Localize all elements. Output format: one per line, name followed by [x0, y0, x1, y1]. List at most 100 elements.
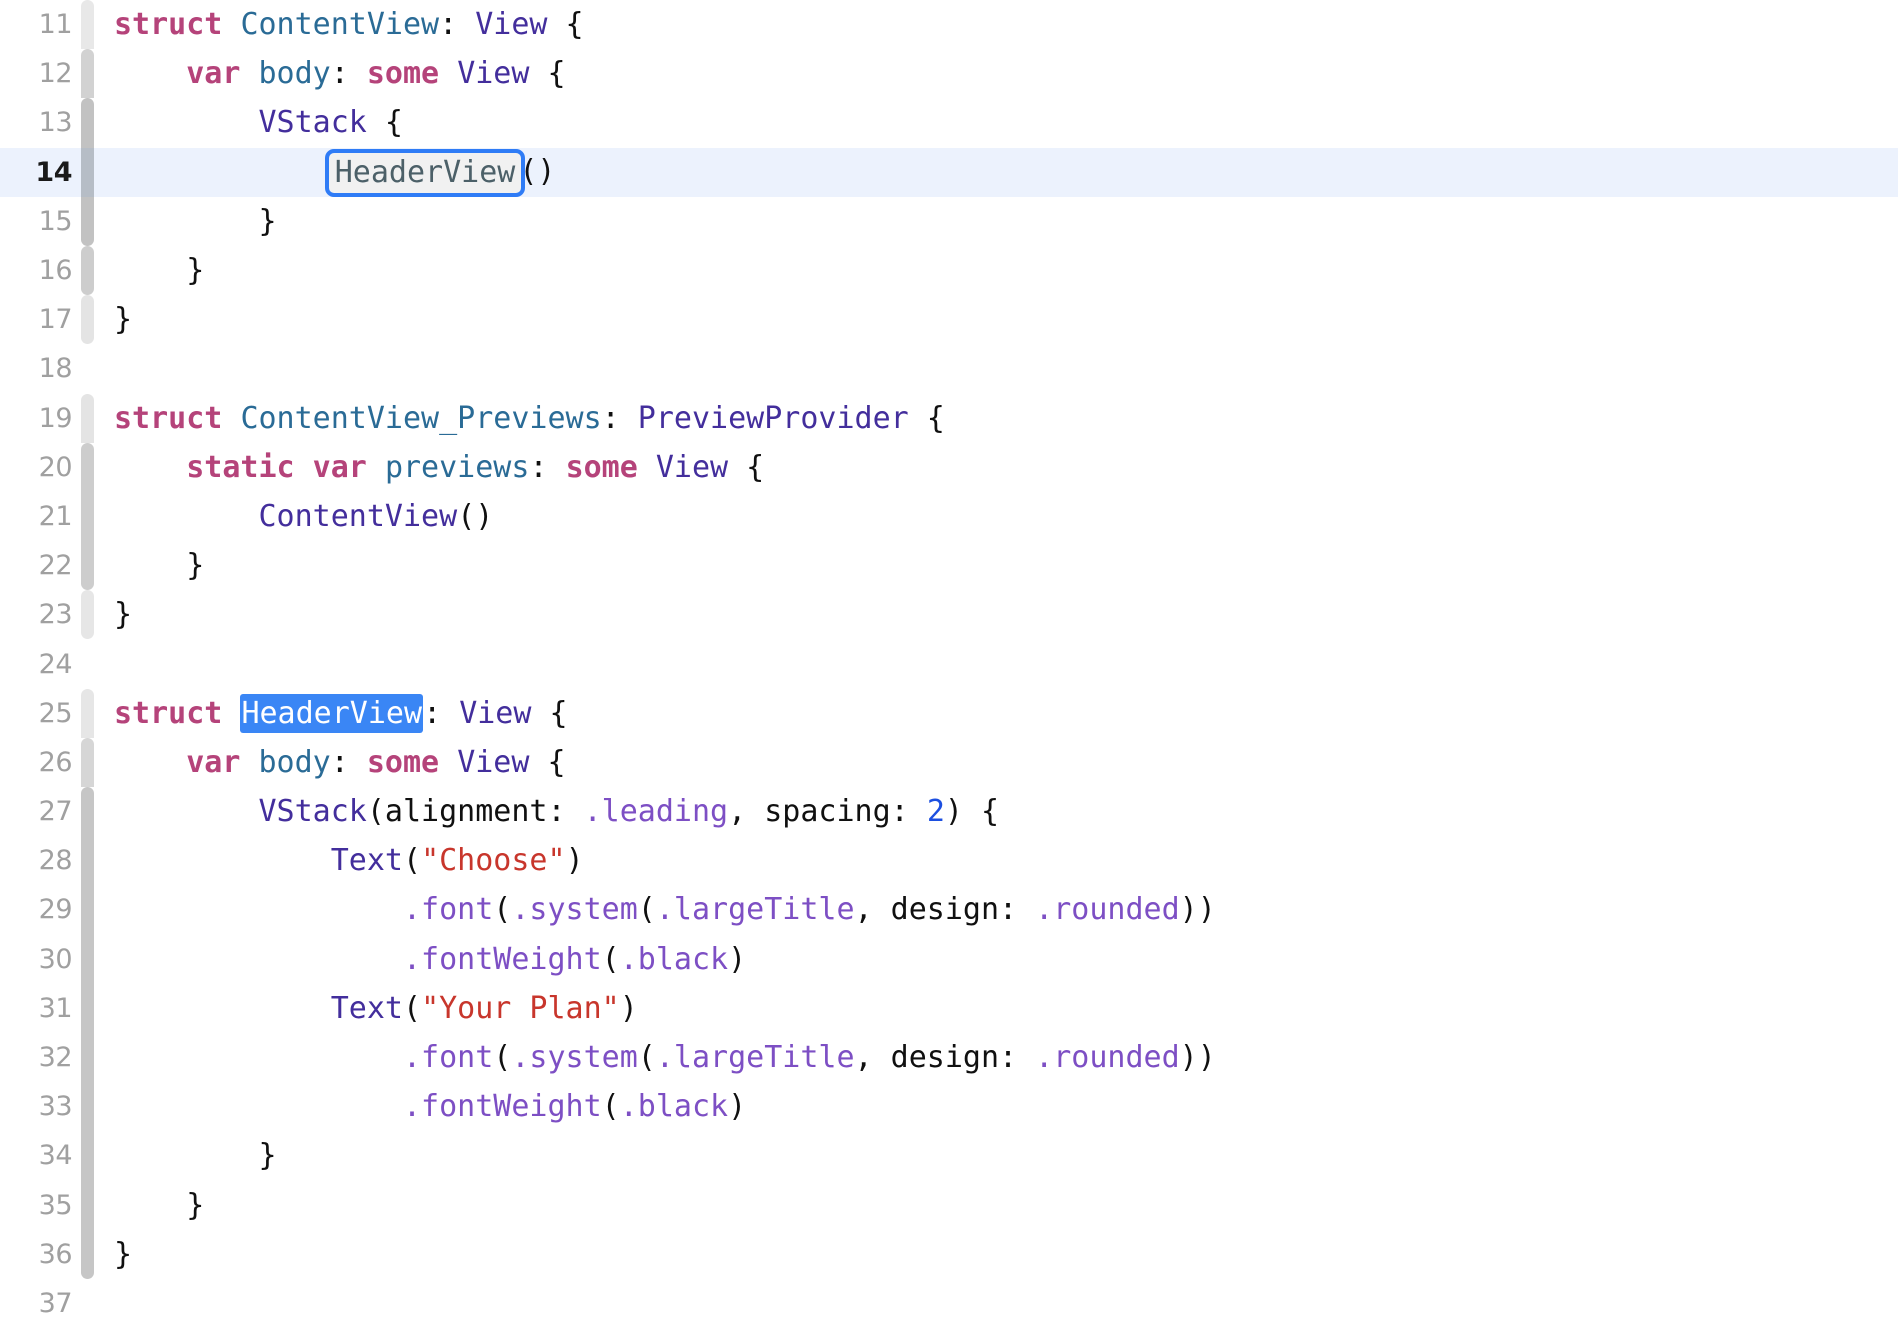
code-line[interactable]: 24 [0, 639, 1898, 688]
line-number[interactable]: 26 [0, 747, 73, 778]
code-line-text[interactable]: HeaderView() [102, 147, 1898, 197]
code-line-text[interactable]: var body: some View { [102, 49, 1898, 98]
code-line[interactable]: 13 VStack { [0, 98, 1898, 148]
gutter-change-bar-column [72, 1082, 102, 1132]
code-line[interactable]: 35 } [0, 1180, 1898, 1230]
line-number[interactable]: 35 [0, 1190, 73, 1221]
code-line[interactable]: 12 var body: some View { [0, 49, 1898, 99]
code-line-text[interactable]: } [102, 1131, 1898, 1180]
line-number[interactable]: 22 [0, 550, 73, 581]
change-bar-indicator [81, 393, 94, 443]
code-line[interactable]: 14 HeaderView() [0, 147, 1898, 197]
code-line-text[interactable]: struct ContentView_Previews: PreviewProv… [102, 394, 1898, 443]
code-line-text[interactable]: .fontWeight(.black) [102, 935, 1898, 984]
line-number[interactable]: 12 [0, 58, 73, 89]
code-token-proto: View [457, 56, 530, 92]
line-number[interactable]: 18 [0, 353, 73, 384]
code-line[interactable]: 20 static var previews: some View { [0, 442, 1898, 492]
code-line-text[interactable]: VStack(alignment: .leading, spacing: 2) … [102, 787, 1898, 836]
gutter-change-bar-column [72, 98, 102, 148]
code-token-member: .font [402, 1039, 494, 1075]
code-line-text[interactable]: ContentView() [102, 492, 1898, 541]
line-number[interactable]: 28 [0, 845, 73, 876]
line-number[interactable]: 33 [0, 1091, 73, 1122]
code-editor[interactable]: 11 struct ContentView: View {12 var body:… [0, 0, 1898, 1319]
code-line-text[interactable]: struct ContentView: View { [102, 0, 1898, 49]
line-number[interactable]: 20 [0, 452, 73, 483]
line-number[interactable]: 15 [0, 206, 73, 237]
code-line[interactable]: 22 } [0, 541, 1898, 591]
line-number[interactable]: 34 [0, 1140, 73, 1171]
change-bar-indicator [81, 1180, 94, 1230]
code-line-text[interactable]: } [102, 541, 1898, 590]
line-number[interactable]: 16 [0, 255, 73, 286]
code-line[interactable]: 32 .font(.system(.largeTitle, design: .r… [0, 1032, 1898, 1083]
code-line[interactable]: 19 struct ContentView_Previews: PreviewPr… [0, 393, 1898, 443]
code-line-text[interactable]: static var previews: some View { [102, 443, 1898, 492]
code-line-text[interactable]: .font(.system(.largeTitle, design: .roun… [102, 1033, 1898, 1082]
line-number[interactable]: 30 [0, 944, 73, 975]
code-line[interactable]: 21 ContentView() [0, 491, 1898, 542]
change-bar-indicator [81, 787, 94, 837]
code-line[interactable]: 15 } [0, 196, 1898, 246]
code-token-plain: (alignment: [366, 794, 584, 829]
line-number[interactable]: 13 [0, 107, 73, 138]
code-line-text[interactable]: } [102, 590, 1898, 639]
code-line-text[interactable]: } [102, 197, 1898, 246]
code-token-plain: { [908, 400, 945, 436]
code-token-plain: { [728, 449, 765, 485]
code-line[interactable]: 34 } [0, 1131, 1898, 1181]
code-line[interactable]: 31 Text("Your Plan") [0, 983, 1898, 1033]
change-bar-indicator [81, 541, 94, 591]
gutter-change-bar-column [72, 245, 102, 296]
code-line-text[interactable]: } [102, 246, 1898, 295]
code-line[interactable]: 33 .fontWeight(.black) [0, 1082, 1898, 1132]
line-number[interactable]: 19 [0, 403, 73, 434]
code-line-text[interactable]: Text("Your Plan") [102, 984, 1898, 1033]
selected-symbol[interactable]: HeaderView [240, 693, 424, 733]
code-token-member: .rounded [1035, 892, 1180, 928]
code-line[interactable]: 26 var body: some View { [0, 737, 1898, 787]
code-line-text[interactable]: .font(.system(.largeTitle, design: .roun… [102, 885, 1898, 934]
code-line-text[interactable]: var body: some View { [102, 738, 1898, 787]
line-number[interactable]: 32 [0, 1042, 73, 1073]
inline-rename-textbox[interactable]: HeaderView [324, 148, 526, 197]
code-line[interactable]: 30 .fontWeight(.black) [0, 934, 1898, 984]
line-number[interactable]: 24 [0, 649, 73, 680]
code-line-text[interactable]: } [102, 1230, 1898, 1279]
code-line[interactable]: 23} [0, 590, 1898, 640]
code-line-text[interactable]: struct HeaderView: View { [102, 689, 1898, 738]
code-line[interactable]: 17} [0, 295, 1898, 345]
code-line-text[interactable]: VStack { [102, 98, 1898, 147]
code-line[interactable]: 11 struct ContentView: View { [0, 0, 1898, 50]
code-line[interactable]: 37 [0, 1279, 1898, 1328]
code-line[interactable]: 16 } [0, 245, 1898, 296]
line-number[interactable]: 25 [0, 698, 73, 729]
line-number[interactable]: 21 [0, 501, 73, 532]
line-number[interactable]: 23 [0, 599, 73, 630]
code-line[interactable]: 36} [0, 1229, 1898, 1279]
code-token-plain: () [457, 498, 494, 534]
line-number[interactable]: 14 [0, 157, 72, 188]
line-number[interactable]: 11 [0, 9, 73, 40]
code-line-text[interactable]: Text("Choose") [102, 836, 1898, 885]
line-number[interactable]: 37 [0, 1288, 73, 1319]
code-line[interactable]: 28 Text("Choose") [0, 836, 1898, 886]
code-lines-container[interactable]: 11 struct ContentView: View {12 var body:… [0, 0, 1898, 1328]
line-number[interactable]: 27 [0, 796, 73, 827]
line-number[interactable]: 36 [0, 1239, 73, 1270]
code-line[interactable]: 27 VStack(alignment: .leading, spacing: … [0, 787, 1898, 837]
code-line[interactable]: 29 .font(.system(.largeTitle, design: .r… [0, 885, 1898, 935]
change-bar-indicator [81, 688, 94, 738]
line-number[interactable]: 31 [0, 993, 73, 1024]
code-line-text[interactable]: .fontWeight(.black) [102, 1082, 1898, 1131]
line-number[interactable]: 29 [0, 894, 73, 925]
code-line-text[interactable]: } [102, 1181, 1898, 1230]
line-number[interactable]: 17 [0, 304, 73, 335]
code-line[interactable]: 18 [0, 344, 1898, 393]
code-line[interactable]: 25 struct HeaderView: View { [0, 688, 1898, 738]
code-line-text[interactable]: } [102, 295, 1898, 344]
